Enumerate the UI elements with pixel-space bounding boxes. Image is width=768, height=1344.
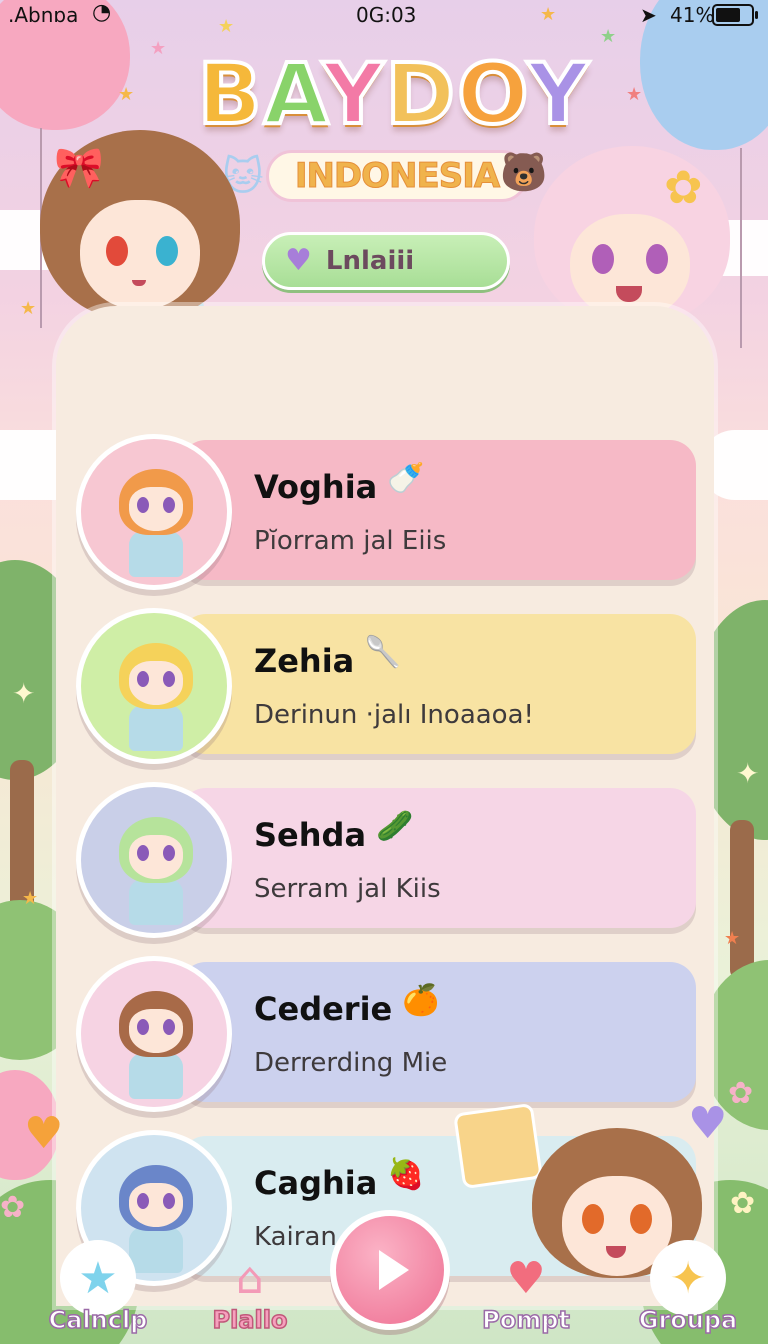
logo-letter: D: [383, 45, 458, 143]
battery-icon: [712, 4, 758, 26]
battery-percent: 41%: [670, 3, 715, 27]
avatar-eye: [137, 1193, 149, 1209]
heart-icon: ♥: [506, 1252, 546, 1304]
character-name: Cederie: [254, 990, 393, 1028]
avatar-eye: [163, 1019, 175, 1035]
nav-item-calnclp[interactable]: ★ Calnclp: [38, 1226, 158, 1344]
heart-balloon-icon: ♥: [688, 1098, 728, 1149]
clock-text: 0G:03: [356, 3, 417, 27]
house-icon: ⌂: [236, 1252, 264, 1304]
item-icon: 🍼: [387, 461, 425, 496]
list-item-card[interactable]: Voghia Pĭorram jal Eiis 🍼: [180, 440, 696, 580]
avatar-eye: [137, 497, 149, 513]
nav-label: Plallo: [212, 1305, 288, 1335]
avatar-eye: [163, 845, 175, 861]
sparkle-icon: ✦: [736, 757, 760, 790]
balloon-string: [740, 148, 742, 348]
play-button[interactable]: [330, 1210, 450, 1330]
list-item-card[interactable]: Cederie Derrerding Mie 🍊: [180, 962, 696, 1102]
star-icon: ★: [626, 84, 643, 105]
star-icon: ★: [724, 928, 741, 949]
gift-box-icon: [453, 1102, 543, 1190]
character-eye: [156, 236, 178, 266]
bow-icon: 🎀: [54, 145, 104, 191]
avatar-eye: [163, 671, 175, 687]
character-name: Voghia: [254, 468, 378, 506]
star-icon: ★: [118, 84, 135, 105]
character-subtitle: Serram jal Kiis: [254, 874, 441, 904]
star-icon: ★: [150, 38, 167, 59]
nav-item-groupa[interactable]: ✦ Groupa: [628, 1226, 748, 1344]
item-icon: 🥄: [364, 635, 402, 670]
logo-title: BAYDOY: [196, 50, 592, 138]
location-icon: ➤: [640, 3, 657, 27]
star-icon: ★: [600, 26, 617, 47]
flower-icon: ✿: [730, 1186, 756, 1221]
item-icon: 🥒: [376, 809, 414, 844]
nav-label: Calnclp: [48, 1305, 148, 1335]
filter-pill-button[interactable]: ♥ Lnlaiii: [262, 232, 510, 290]
character-eye: [592, 244, 614, 274]
character-name: Sehda: [254, 816, 367, 854]
wifi-icon: ◔: [92, 0, 112, 25]
character-subtitle: Derrerding Mie: [254, 1048, 448, 1078]
logo-letter: Y: [526, 45, 591, 143]
nav-label: Pompt: [481, 1305, 570, 1335]
character-avatar[interactable]: [76, 434, 232, 590]
star-icon: ★: [22, 888, 39, 909]
avatar-eye: [163, 1193, 175, 1209]
logo-letter: A: [262, 45, 323, 143]
character-subtitle: Derinun ·jalı Inoaaoa!: [254, 700, 534, 730]
nav-item-plallo[interactable]: ⌂ Plallo: [190, 1226, 310, 1344]
character-avatar[interactable]: [76, 782, 232, 938]
nav-item-pompt[interactable]: ♥ Pompt: [466, 1226, 586, 1344]
avatar-eye: [137, 845, 149, 861]
sparkle-icon: ✦: [12, 677, 36, 710]
item-icon: 🍓: [387, 1157, 425, 1192]
star-icon: ★: [20, 298, 37, 319]
nav-label: Groupa: [638, 1305, 738, 1335]
flower-icon: ✿: [728, 1076, 754, 1111]
flower-icon: ✿: [0, 1190, 26, 1225]
avatar-eye: [163, 497, 175, 513]
avatar-body: [129, 531, 183, 577]
pill-button-label: Lnlaiii: [325, 246, 415, 276]
carrier-text: .Abnɒa: [8, 3, 79, 27]
list-item-card[interactable]: Sehda Serram jal Kiis 🥒: [180, 788, 696, 928]
puzzle-icon: ✦: [650, 1240, 726, 1316]
character-avatar[interactable]: [76, 956, 232, 1112]
logo-letter: O: [455, 45, 528, 143]
character-face: [80, 200, 200, 310]
character-eye: [646, 244, 668, 274]
heart-balloon-icon: ♥: [24, 1108, 64, 1159]
avatar-body: [129, 879, 183, 925]
item-icon: 🍊: [402, 983, 440, 1018]
list-item-card[interactable]: Zehia Derinun ·jalı Inoaaoa! 🥄: [180, 614, 696, 754]
avatar-eye: [137, 1019, 149, 1035]
avatar-eye: [137, 671, 149, 687]
character-eye: [106, 236, 128, 266]
character-face: [570, 214, 690, 320]
play-icon: [379, 1250, 409, 1290]
avatar-body: [129, 705, 183, 751]
character-avatar[interactable]: [76, 608, 232, 764]
character-name: Zehia: [254, 642, 355, 680]
avatar-body: [129, 1053, 183, 1099]
logo-subtitle: INDONESIA: [266, 150, 528, 202]
logo-letter: Y: [321, 45, 386, 143]
status-bar: .Abnɒa ◔ 0G:03 ➤ 41%: [0, 0, 768, 30]
star-icon: ★: [60, 1240, 136, 1316]
character-subtitle: Pĭorram jal Eiis: [254, 526, 447, 556]
character-name: Caghia: [254, 1164, 378, 1202]
heart-icon: ♥: [285, 243, 312, 278]
flower-icon: ✿: [664, 160, 703, 214]
tree-trunk: [730, 820, 754, 980]
